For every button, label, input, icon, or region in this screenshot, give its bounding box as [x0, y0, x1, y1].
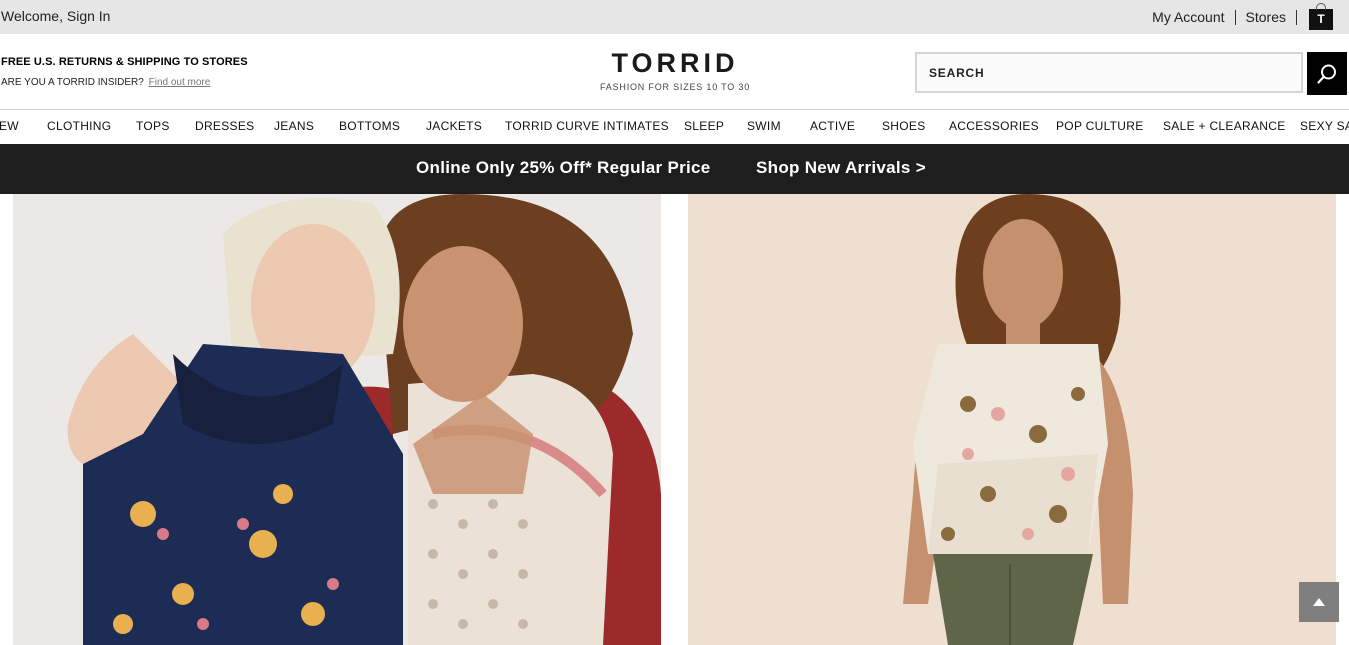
stores-link[interactable]: Stores — [1246, 9, 1286, 25]
nav-item-active[interactable]: ACTIVE — [810, 119, 855, 133]
main-nav: EW CLOTHING TOPS DRESSES JEANS BOTTOMS J… — [0, 110, 1349, 144]
nav-item-sleep[interactable]: SLEEP — [684, 119, 724, 133]
sign-in-link[interactable]: Welcome, Sign In — [1, 8, 110, 24]
shop-new-arrivals-link[interactable]: Shop New Arrivals > — [756, 158, 926, 178]
insider-text: ARE YOU A TORRID INSIDER? — [1, 77, 144, 88]
promo-offer-text[interactable]: Online Only 25% Off* Regular Price — [416, 158, 711, 178]
nav-item-intimates[interactable]: TORRID CURVE INTIMATES — [505, 119, 669, 133]
shipping-promo: FREE U.S. RETURNS & SHIPPING TO STORES — [1, 56, 248, 68]
two-models-photo — [13, 194, 661, 645]
hero-image-left[interactable] — [13, 194, 661, 645]
model-floral-cami-photo — [688, 194, 1336, 645]
nav-item-accessories[interactable]: ACCESSORIES — [949, 119, 1039, 133]
torrid-logo[interactable]: TORRID FASHION FOR SIZES 10 TO 30 — [600, 48, 750, 92]
nav-item-swim[interactable]: SWIM — [747, 119, 781, 133]
nav-item-clothing[interactable]: CLOTHING — [47, 119, 111, 133]
utility-links: My Account Stores T — [1152, 0, 1333, 34]
logo-wordmark: TORRID — [611, 48, 739, 78]
nav-item-tops[interactable]: TOPS — [136, 119, 170, 133]
nav-item-sale-clearance[interactable]: SALE + CLEARANCE — [1163, 119, 1286, 133]
nav-item-bottoms[interactable]: BOTTOMS — [339, 119, 400, 133]
nav-item-shoes[interactable]: SHOES — [882, 119, 926, 133]
site-header: FREE U.S. RETURNS & SHIPPING TO STORES A… — [0, 34, 1349, 110]
logo-tagline: FASHION FOR SIZES 10 TO 30 — [600, 82, 751, 92]
find-out-more-link[interactable]: Find out more — [149, 77, 211, 88]
nav-item-jackets[interactable]: JACKETS — [426, 119, 482, 133]
utility-bar: Welcome, Sign In My Account Stores T — [0, 0, 1349, 34]
my-account-link[interactable]: My Account — [1152, 9, 1224, 25]
magnifier-icon — [1317, 64, 1336, 84]
shopping-bag-icon[interactable]: T — [1309, 2, 1333, 30]
back-to-top-button[interactable] — [1299, 582, 1339, 622]
nav-item-dresses[interactable]: DRESSES — [195, 119, 254, 133]
nav-item-pop-culture[interactable]: POP CULTURE — [1056, 119, 1144, 133]
divider — [1296, 9, 1297, 25]
hero-image-right[interactable] — [688, 194, 1336, 645]
nav-item-new[interactable]: EW — [0, 119, 19, 133]
search-button[interactable] — [1307, 52, 1347, 95]
promo-banner: Online Only 25% Off* Regular Price Shop … — [0, 144, 1349, 194]
insider-promo: ARE YOU A TORRID INSIDER? Find out more — [1, 77, 210, 88]
divider — [1234, 9, 1236, 25]
search-input[interactable]: SEARCH — [915, 52, 1303, 93]
nav-item-sexy-sale[interactable]: SEXY SA — [1300, 119, 1349, 133]
nav-item-jeans[interactable]: JEANS — [274, 119, 314, 133]
